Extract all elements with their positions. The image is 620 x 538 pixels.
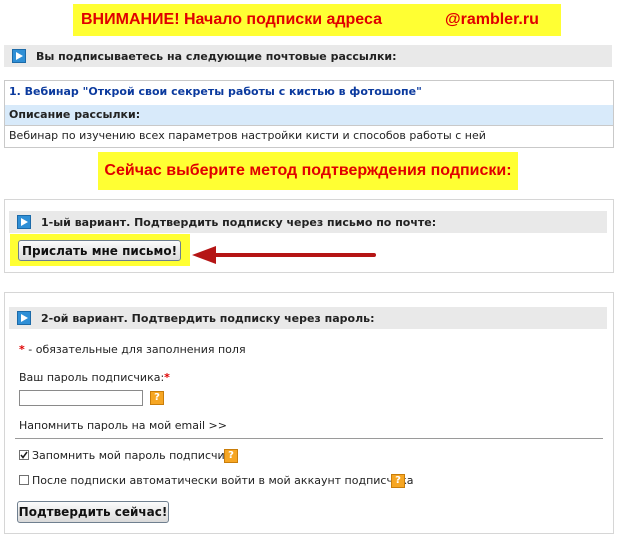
- auto-login-checkbox[interactable]: [19, 475, 29, 485]
- option2-heading: 2-ой вариант. Подтвердить подписку через…: [41, 311, 375, 325]
- remember-password-checkbox[interactable]: [19, 450, 29, 460]
- title-left-text: ВНИМАНИЕ! Начало подписки адреса: [81, 11, 382, 28]
- required-note: * - обязательные для заполнения поля: [19, 343, 246, 356]
- required-note-text: - обязательные для заполнения поля: [24, 343, 246, 356]
- option1-heading-bar: 1-ый вариант. Подтвердить подписку через…: [9, 211, 607, 233]
- description-text: Вебинар по изучению всех параметров наст…: [9, 129, 486, 142]
- option1-heading: 1-ый вариант. Подтвердить подписку через…: [41, 215, 437, 229]
- title-email-domain: @rambler.ru: [445, 11, 539, 28]
- subscriptions-heading-bar: Вы подписываетесь на следующие почтовые …: [4, 45, 612, 67]
- remember-password-label[interactable]: Запомнить мой пароль подписчика: [32, 449, 238, 462]
- help-icon[interactable]: ?: [224, 449, 238, 463]
- red-arrow-icon: [192, 246, 376, 264]
- password-label: Ваш пароль подписчика:*: [19, 371, 170, 384]
- help-icon[interactable]: ?: [391, 474, 405, 488]
- play-arrow-icon: [12, 49, 26, 63]
- title-banner: ВНИМАНИЕ! Начало подписки адреса @ramble…: [73, 4, 561, 36]
- option2-box: 2-ой вариант. Подтвердить подписку через…: [4, 292, 614, 534]
- auto-login-label[interactable]: После подписки автоматически войти в мой…: [32, 474, 414, 487]
- confirm-now-button[interactable]: Подтвердить сейчас!: [17, 501, 169, 523]
- remind-password-link[interactable]: Напомнить пароль на мой email >>: [19, 419, 227, 432]
- password-star: *: [164, 371, 170, 384]
- subscription-item-title: 1. Вебинар "Открой свои секреты работы с…: [9, 85, 422, 98]
- play-arrow-icon: [17, 215, 31, 229]
- subscriptions-heading: Вы подписываетесь на следующие почтовые …: [36, 49, 397, 63]
- play-arrow-icon: [17, 311, 31, 325]
- password-label-text: Ваш пароль подписчика:: [19, 371, 165, 384]
- description-label: Описание рассылки:: [9, 108, 141, 121]
- divider: [15, 438, 603, 439]
- confirm-method-banner: Сейчас выберите метод подтверждения подп…: [98, 152, 518, 190]
- subscription-info-box: 1. Вебинар "Открой свои секреты работы с…: [4, 80, 614, 148]
- help-icon[interactable]: ?: [150, 391, 164, 405]
- option2-heading-bar: 2-ой вариант. Подтвердить подписку через…: [9, 307, 607, 329]
- send-letter-button[interactable]: Прислать мне письмо!: [18, 240, 181, 261]
- description-label-bar: Описание рассылки:: [5, 105, 613, 125]
- password-input[interactable]: [19, 390, 143, 406]
- check-icon: [20, 451, 28, 459]
